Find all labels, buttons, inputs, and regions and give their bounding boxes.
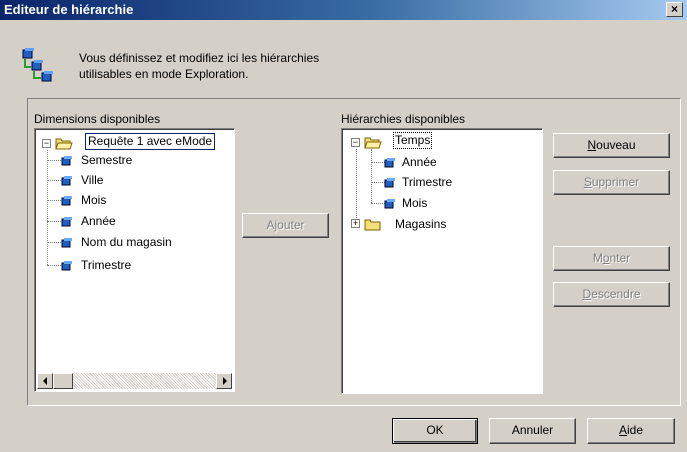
expand-icon[interactable]: + [351, 219, 360, 228]
open-folder-icon [364, 135, 382, 149]
dimensions-tree[interactable]: − Requête 1 avec eMode Semestre Ville Mo… [34, 128, 235, 392]
level-cube-icon [384, 157, 395, 168]
window-title: Editeur de hiérarchie [4, 2, 134, 17]
hierarchies-label: Hiérarchies disponibles [341, 112, 466, 126]
intro-line-2: utilisables en mode Exploration. [79, 67, 249, 81]
level-cube-icon [384, 198, 395, 209]
hierarchy-level[interactable]: Trimestre [402, 173, 452, 191]
close-button[interactable]: × [666, 2, 683, 17]
dimension-cube-icon [61, 155, 72, 166]
move-down-button[interactable]: Descendre [553, 282, 670, 307]
move-up-button[interactable]: Monter [553, 246, 670, 271]
hierarchy-level[interactable]: Année [402, 153, 437, 171]
dimension-item[interactable]: Ville [81, 171, 103, 189]
dimension-cube-icon [61, 175, 72, 186]
level-cube-icon [384, 177, 395, 188]
ok-button[interactable]: OK [392, 418, 478, 444]
intro-line-1: Vous définissez et modifiez ici les hiér… [79, 51, 320, 65]
dimensions-label: Dimensions disponibles [34, 112, 161, 126]
hierarchy-editor-dialog: Editeur de hiérarchie × Vous définissez … [0, 0, 687, 452]
delete-button[interactable]: Supprimer [553, 170, 670, 195]
dimensions-root[interactable]: Requête 1 avec eMode [85, 133, 216, 150]
arrow-left-icon [43, 377, 47, 385]
collapse-icon[interactable]: − [351, 138, 360, 147]
intro-text: Vous définissez et modifiez ici les hiér… [79, 50, 319, 82]
horizontal-scrollbar[interactable] [37, 373, 232, 389]
dimension-cube-icon [61, 260, 72, 271]
hierarchy-icon [20, 47, 54, 83]
collapse-icon[interactable]: − [42, 139, 51, 148]
new-button[interactable]: Nouveau [553, 133, 670, 158]
add-button[interactable]: Ajouter [242, 213, 329, 238]
hierarchies-tree[interactable]: − Temps Année Trimestre Mois + Magasins [341, 128, 543, 394]
dimension-cube-icon [61, 237, 72, 248]
cancel-button[interactable]: Annuler [489, 418, 576, 444]
hierarchy-group[interactable]: Magasins [395, 215, 446, 233]
hierarchy-level[interactable]: Mois [402, 194, 427, 212]
scroll-left-button[interactable] [37, 373, 53, 389]
dimension-item[interactable]: Trimestre [81, 256, 131, 274]
open-folder-icon [55, 136, 73, 150]
dimension-item[interactable]: Nom du magasin [81, 233, 172, 251]
scroll-right-button[interactable] [216, 373, 232, 389]
arrow-right-icon [223, 377, 227, 385]
dimension-cube-icon [61, 216, 72, 227]
title-bar[interactable]: Editeur de hiérarchie × [0, 0, 687, 20]
folder-icon [364, 217, 381, 231]
close-icon: × [670, 2, 678, 16]
dimension-item[interactable]: Semestre [81, 151, 132, 169]
hierarchy-group[interactable]: Temps [393, 132, 433, 149]
dimension-item[interactable]: Mois [81, 191, 106, 209]
scroll-thumb[interactable] [53, 373, 73, 389]
dimension-item[interactable]: Année [81, 212, 116, 230]
dimension-cube-icon [61, 195, 72, 206]
help-button[interactable]: Aide [587, 418, 675, 444]
